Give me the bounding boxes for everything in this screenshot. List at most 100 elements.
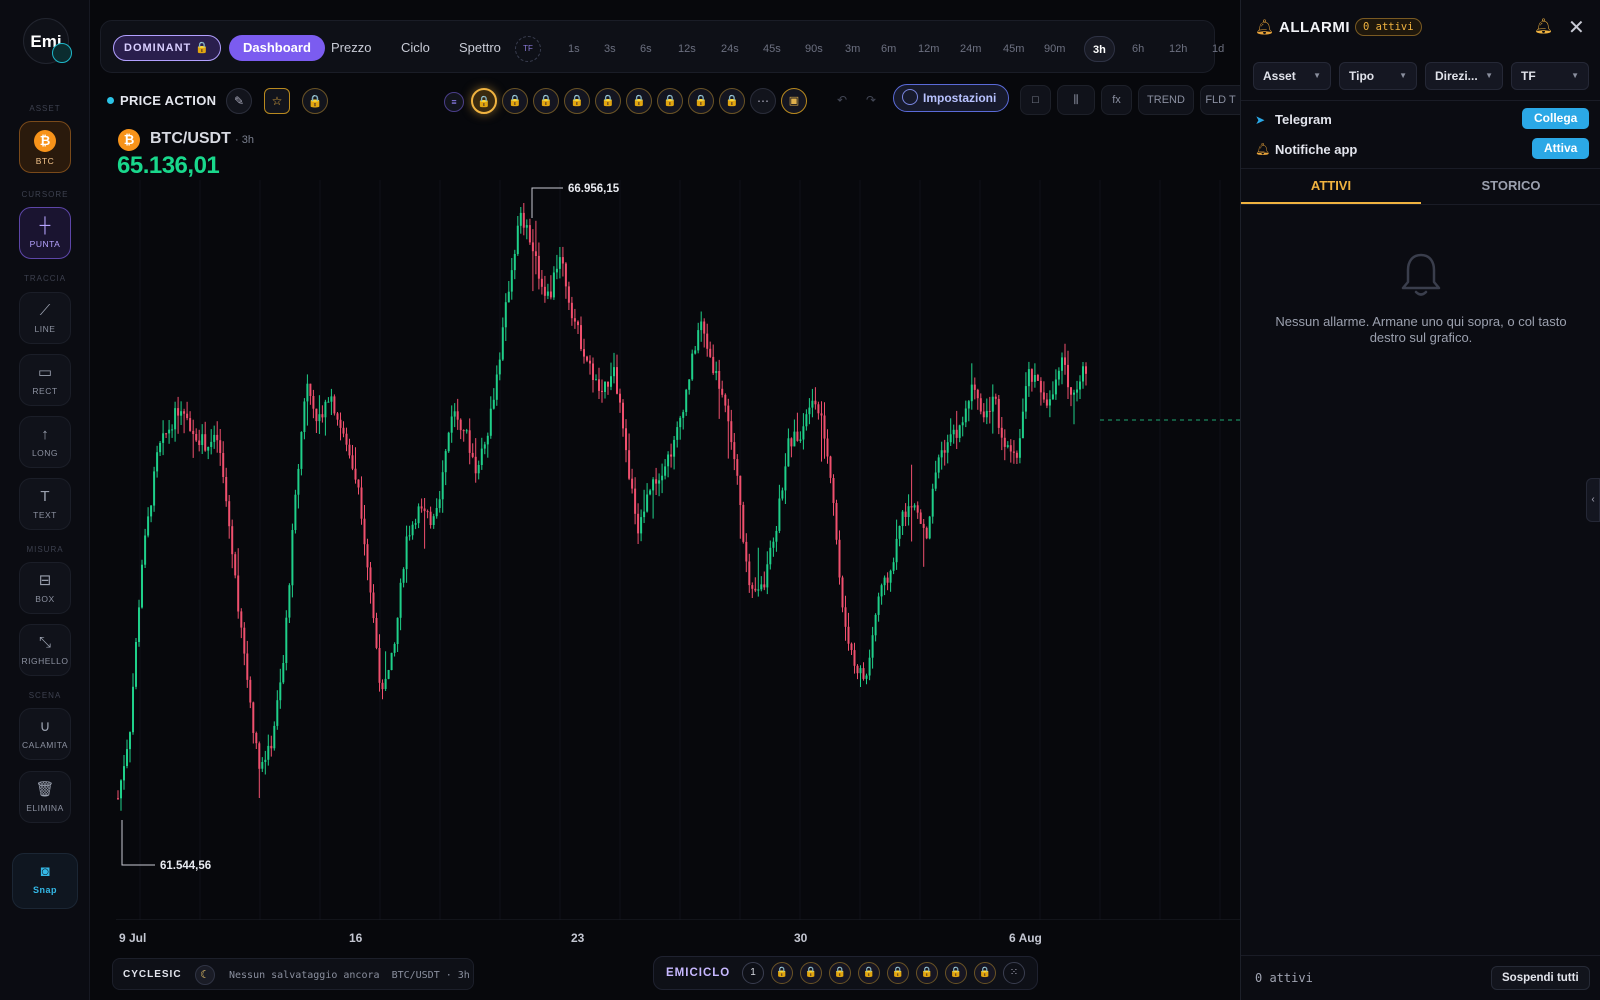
fx-button[interactable]: fx — [1101, 85, 1132, 115]
close-icon[interactable]: ✕ — [1568, 15, 1585, 40]
indicator-slot-8[interactable]: 🔒 — [688, 88, 714, 114]
asset-btc-button[interactable]: ₿ BTC — [19, 121, 71, 173]
save-button[interactable]: ▣ — [781, 88, 807, 114]
filter-tipo-dropdown[interactable]: Tipo ▼ — [1339, 62, 1417, 90]
tab-history[interactable]: STORICO — [1421, 172, 1600, 204]
candle-body — [1027, 369, 1030, 387]
indicator-slot-4[interactable]: 🔒 — [564, 88, 590, 114]
emiciclo-slot-lock-icon[interactable]: 🔒 — [916, 962, 938, 984]
indicator-slot-9[interactable]: 🔒 — [719, 88, 745, 114]
dominant-button[interactable]: DOMINANT 🔒 — [113, 35, 221, 61]
tf-45m[interactable]: 45m — [1003, 36, 1024, 62]
tf-12h[interactable]: 12h — [1169, 36, 1187, 62]
more-button[interactable]: ⋯ — [750, 88, 776, 114]
candle-body — [763, 584, 766, 588]
tf-3s[interactable]: 3s — [604, 36, 616, 62]
tab-dashboard[interactable]: Dashboard — [229, 35, 325, 61]
indicator-slot-3[interactable]: 🔒 — [533, 88, 559, 114]
emiciclo-slot-lock-icon[interactable]: 🔒 — [829, 962, 851, 984]
draw-line-button[interactable]: ⟋ LINE — [19, 292, 71, 344]
filter-direzione-dropdown[interactable]: Direzi... ▼ — [1425, 62, 1503, 90]
emiciclo-slot-lock-icon[interactable]: 🔒 — [858, 962, 880, 984]
indicator-slot-2[interactable]: 🔒 — [502, 88, 528, 114]
favorite-button[interactable]: ☆ — [264, 88, 290, 114]
filter-label: TF — [1521, 69, 1536, 83]
tab-active-alarms[interactable]: ATTIVI — [1241, 172, 1421, 204]
tf-1s[interactable]: 1s — [568, 36, 580, 62]
app-notifications-button[interactable]: Attiva — [1532, 138, 1590, 159]
indicator-slot-5[interactable]: 🔒 — [595, 88, 621, 114]
tf-1d[interactable]: 1d — [1212, 36, 1224, 62]
settings-button[interactable]: Impostazioni — [893, 84, 1010, 112]
draw-text-button[interactable]: T TEXT — [19, 478, 71, 530]
tf-3h[interactable]: 3h — [1084, 36, 1115, 62]
emiciclo-count[interactable]: 1 — [742, 962, 764, 984]
cursor-punta-button[interactable]: ┼ PUNTA — [19, 207, 71, 259]
measure-box-button[interactable]: ⊟ BOX — [19, 562, 71, 614]
tf-6m[interactable]: 6m — [881, 36, 896, 62]
candle-body — [525, 225, 528, 228]
emiciclo-slot-lock-icon[interactable]: 🔒 — [945, 962, 967, 984]
bell-alert-icon[interactable]: 🔔︎ — [1534, 17, 1553, 35]
lock-button[interactable]: 🔒 — [302, 88, 328, 114]
suspend-all-button[interactable]: Sospendi tutti — [1491, 966, 1590, 990]
square-button[interactable]: □ — [1020, 85, 1051, 115]
telegram-connect-button[interactable]: Collega — [1522, 108, 1590, 129]
tf-6h[interactable]: 6h — [1132, 36, 1144, 62]
draw-long-button[interactable]: ↑ LONG — [19, 416, 71, 468]
filter-asset-dropdown[interactable]: Asset ▼ — [1253, 62, 1331, 90]
candle-type-button[interactable]: ⫼ — [1057, 85, 1095, 115]
section-scena: SCENA — [28, 691, 62, 700]
candle-body — [219, 440, 222, 453]
indicator-slot-1[interactable]: 🔒 — [471, 88, 497, 114]
edit-button[interactable]: ✎ — [226, 88, 252, 114]
undo-button[interactable]: ↶ — [829, 88, 855, 114]
trend-button[interactable]: TREND — [1138, 85, 1194, 115]
timeframe-badge[interactable]: TF — [515, 36, 541, 62]
draw-rect-button[interactable]: ▭ RECT — [19, 354, 71, 406]
candle-body — [354, 468, 357, 480]
tf-3m[interactable]: 3m — [845, 36, 860, 62]
grid-dots-icon[interactable]: ⁙ — [1003, 962, 1025, 984]
tf-12s[interactable]: 12s — [678, 36, 696, 62]
candlestick-chart[interactable]: 66.956,15 61.544,56 — [100, 180, 1240, 920]
app-logo[interactable]: Emi — [23, 18, 72, 64]
tf-24s[interactable]: 24s — [721, 36, 739, 62]
tf-90s[interactable]: 90s — [805, 36, 823, 62]
indicator-slot-7[interactable]: 🔒 — [657, 88, 683, 114]
layers-button[interactable]: ≡ — [444, 92, 464, 112]
tf-12m[interactable]: 12m — [918, 36, 939, 62]
tab-prezzo[interactable]: Prezzo — [317, 35, 385, 61]
candle-body — [360, 487, 363, 519]
emiciclo-slot-lock-icon[interactable]: 🔒 — [771, 962, 793, 984]
redo-button[interactable]: ↷ — [858, 88, 884, 114]
candle-body — [249, 679, 252, 703]
candle-body — [177, 408, 180, 416]
candle-body — [802, 426, 805, 440]
emiciclo-slot-lock-icon[interactable]: 🔒 — [974, 962, 996, 984]
fld-button[interactable]: FLD T — [1200, 85, 1240, 115]
delete-button[interactable]: 🗑 ELIMINA — [19, 771, 71, 823]
candle-body — [739, 475, 742, 505]
collapse-panel-chevron-icon[interactable]: ‹ — [1586, 478, 1600, 522]
snapshot-button[interactable]: ◙ Snap — [12, 853, 78, 909]
candle-body — [282, 663, 285, 683]
line-icon: ⟋ — [39, 302, 51, 319]
magnet-button[interactable]: ∪ CALAMITA — [19, 708, 71, 760]
candle-body — [817, 404, 820, 414]
moon-icon[interactable]: ☾ — [195, 965, 215, 985]
tf-45s[interactable]: 45s — [763, 36, 781, 62]
emiciclo-slot-lock-icon[interactable]: 🔒 — [800, 962, 822, 984]
measure-ruler-button[interactable]: ⤡ RIGHELLO — [19, 624, 71, 676]
filter-tf-dropdown[interactable]: TF ▼ — [1511, 62, 1589, 90]
candle-body — [643, 511, 646, 518]
candle-body — [1021, 411, 1024, 439]
tf-24m[interactable]: 24m — [960, 36, 981, 62]
tab-ciclo[interactable]: Ciclo — [387, 35, 444, 61]
tab-spettro[interactable]: Spettro — [445, 35, 515, 61]
candle-body — [195, 434, 198, 441]
emiciclo-slot-lock-icon[interactable]: 🔒 — [887, 962, 909, 984]
indicator-slot-6[interactable]: 🔒 — [626, 88, 652, 114]
tf-90m[interactable]: 90m — [1044, 36, 1065, 62]
tf-6s[interactable]: 6s — [640, 36, 652, 62]
